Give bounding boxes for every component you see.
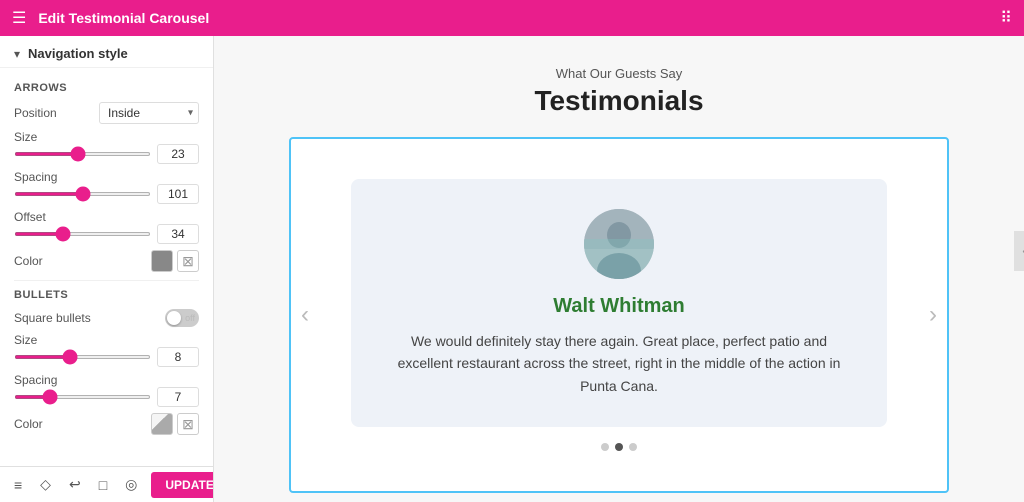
undo-icon[interactable]: ↩ xyxy=(65,472,85,497)
spacing-input[interactable]: 101 xyxy=(157,184,199,204)
position-select[interactable]: Inside Outside Hidden xyxy=(99,102,199,124)
preview-area: What Our Guests Say Testimonials ‹ xyxy=(214,36,1024,502)
section-subtitle: What Our Guests Say xyxy=(556,66,682,81)
testimonial-name: Walt Whitman xyxy=(553,295,684,318)
grid-icon[interactable]: ⠿ xyxy=(1000,8,1012,28)
chevron-down-icon: ▾ xyxy=(14,47,20,61)
size-slider[interactable] xyxy=(14,152,151,156)
section-heading: Testimonials xyxy=(534,85,703,117)
bullets-size-label: Size xyxy=(14,333,199,347)
testimonial-card: Walt Whitman We would definitely stay th… xyxy=(351,179,887,427)
sidebar: ▾ Navigation style Arrows Position Insid… xyxy=(0,36,214,502)
dot-2[interactable] xyxy=(615,443,623,451)
main-layout: ▾ Navigation style Arrows Position Insid… xyxy=(0,36,1024,502)
bullets-spacing-label: Spacing xyxy=(14,373,199,387)
bullets-color-swatch[interactable] xyxy=(151,413,173,435)
bullets-size-input[interactable]: 8 xyxy=(157,347,199,367)
sidebar-content: Arrows Position Inside Outside Hidden Si… xyxy=(0,68,213,466)
bullets-size-slider[interactable] xyxy=(14,355,151,359)
position-select-wrapper: Inside Outside Hidden xyxy=(99,102,199,124)
position-row: Position Inside Outside Hidden xyxy=(14,102,199,124)
arrows-color-swatch[interactable] xyxy=(151,250,173,272)
testimonial-text: We would definitely stay there again. Gr… xyxy=(391,330,847,397)
avatar xyxy=(584,209,654,279)
bullets-spacing-slider[interactable] xyxy=(14,395,151,399)
arrows-color-clear[interactable]: ⊠ xyxy=(177,250,199,272)
carousel-right-arrow[interactable]: › xyxy=(919,301,947,329)
size-input[interactable]: 23 xyxy=(157,144,199,164)
carousel-slide: Walt Whitman We would definitely stay th… xyxy=(291,159,947,471)
bullets-spacing-input[interactable]: 7 xyxy=(157,387,199,407)
bullets-section-title: Bullets xyxy=(14,289,199,301)
arrows-color-row: Color ⊠ xyxy=(14,250,199,272)
offset-slider[interactable] xyxy=(14,232,151,236)
top-bar: ☰ Edit Testimonial Carousel ⠿ xyxy=(0,0,1024,36)
bullets-color-row: Color ⊠ xyxy=(14,413,199,435)
bullets-spacing-slider-row: 7 xyxy=(14,387,199,407)
dot-3[interactable] xyxy=(629,443,637,451)
bullets-size-slider-row: 8 xyxy=(14,347,199,367)
position-label: Position xyxy=(14,106,57,120)
nav-section-label: Navigation style xyxy=(28,46,128,61)
offset-label: Offset xyxy=(14,210,199,224)
size-label: Size xyxy=(14,130,199,144)
spacing-label: Spacing xyxy=(14,170,199,184)
arrows-color-controls: ⊠ xyxy=(151,250,199,272)
square-bullets-row: Square bullets off xyxy=(14,309,199,327)
arrows-color-label: Color xyxy=(14,254,43,268)
offset-slider-row: 34 xyxy=(14,224,199,244)
update-button[interactable]: UPDATE xyxy=(151,472,214,498)
spacing-slider[interactable] xyxy=(14,192,151,196)
dot-1[interactable] xyxy=(601,443,609,451)
nav-section[interactable]: ▾ Navigation style xyxy=(0,36,213,68)
spacing-slider-row: 101 xyxy=(14,184,199,204)
eye-icon[interactable]: ◎ xyxy=(121,472,141,497)
square-bullets-toggle[interactable]: off xyxy=(165,309,199,327)
hamburger-icon[interactable]: ☰ xyxy=(12,8,26,28)
preview-main: What Our Guests Say Testimonials ‹ xyxy=(214,36,1024,502)
offset-input[interactable]: 34 xyxy=(157,224,199,244)
size-slider-row: 23 xyxy=(14,144,199,164)
bottom-toolbar: ≡ ◇ ↩ □ ◎ UPDATE ▾ xyxy=(0,466,213,502)
shapes-icon[interactable]: ◇ xyxy=(36,472,55,497)
arrows-section-title: Arrows xyxy=(14,82,199,94)
carousel-wrapper: ‹ xyxy=(289,137,949,493)
page-title: Edit Testimonial Carousel xyxy=(38,10,988,26)
bullets-color-clear[interactable]: ⊠ xyxy=(177,413,199,435)
square-bullets-label: Square bullets xyxy=(14,311,91,325)
carousel-dots xyxy=(601,443,637,451)
bullets-color-controls: ⊠ xyxy=(151,413,199,435)
carousel-left-arrow[interactable]: ‹ xyxy=(291,301,319,329)
device-icon[interactable]: □ xyxy=(95,473,111,497)
update-btn-group: UPDATE ▾ xyxy=(151,472,214,498)
bullets-color-label: Color xyxy=(14,417,43,431)
layers-icon[interactable]: ≡ xyxy=(10,473,26,497)
